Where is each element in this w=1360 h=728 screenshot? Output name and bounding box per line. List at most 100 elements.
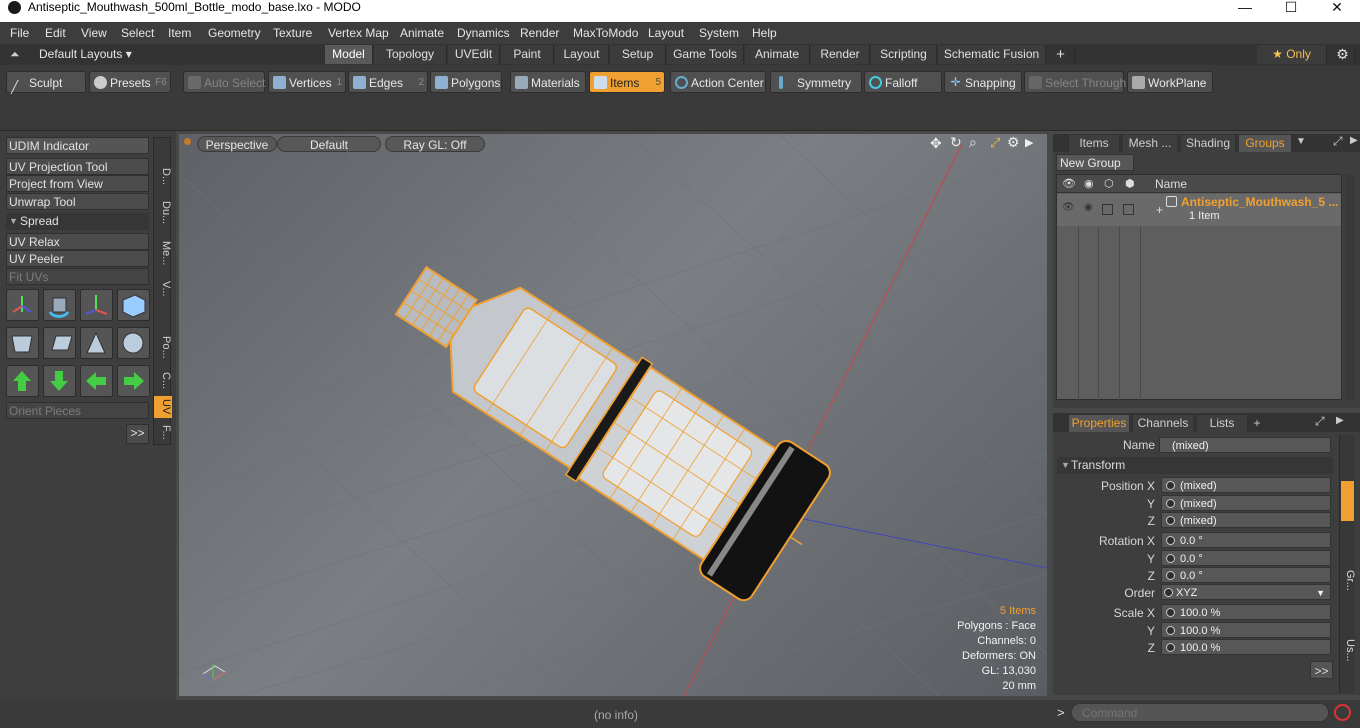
rotation-y-keyframe-icon[interactable] xyxy=(1166,554,1175,563)
position-x-keyframe-icon[interactable] xyxy=(1166,481,1175,490)
materials-button[interactable]: Materials xyxy=(510,71,586,93)
edges-button[interactable]: Edges 2 xyxy=(348,71,428,93)
add-tab-button[interactable]: + xyxy=(1047,45,1075,64)
more-properties-button[interactable]: >> xyxy=(1310,661,1333,679)
tab-render[interactable]: Render xyxy=(811,45,870,64)
rotation-y-field[interactable]: 0.0 ° xyxy=(1161,550,1331,566)
position-x-field[interactable]: (mixed) xyxy=(1161,477,1331,493)
arrow-down-icon[interactable] xyxy=(43,365,76,397)
menu-layout[interactable]: Layout xyxy=(648,26,684,40)
properties-active-side-tab[interactable] xyxy=(1341,481,1354,521)
scale-y-field[interactable]: 100.0 % xyxy=(1161,622,1331,638)
group-lock-checkbox[interactable] xyxy=(1102,204,1113,215)
expand-panel-icon[interactable]: ⤢ xyxy=(1333,134,1343,149)
order-keyframe-icon[interactable] xyxy=(1164,588,1173,597)
minimize-button[interactable]: — xyxy=(1222,0,1268,18)
menu-system[interactable]: System xyxy=(699,26,739,40)
unwrap-tool-button[interactable]: Unwrap Tool xyxy=(6,193,149,210)
arrow-left-icon[interactable] xyxy=(80,365,113,397)
uv-projection-tool-button[interactable]: UV Projection Tool xyxy=(6,158,149,175)
lock-cube-icon[interactable]: ⬡ xyxy=(1104,177,1114,190)
arrow-up-icon[interactable] xyxy=(6,365,39,397)
udim-indicator-button[interactable]: UDIM Indicator xyxy=(6,137,149,154)
fit-uvs-button[interactable]: Fit UVs xyxy=(6,268,149,285)
workplane-button[interactable]: WorkPlane xyxy=(1127,71,1213,93)
tab-properties[interactable]: Properties xyxy=(1069,415,1129,432)
scale-z-keyframe-icon[interactable] xyxy=(1166,643,1175,652)
items-button[interactable]: Items 5 xyxy=(589,71,665,93)
vtab-po[interactable]: Po... xyxy=(154,328,172,366)
rotation-z-keyframe-icon[interactable] xyxy=(1166,571,1175,580)
only-toggle[interactable]: ★ Only xyxy=(1257,45,1327,64)
menu-maxtomodo[interactable]: MaxToModo xyxy=(573,26,638,40)
tab-mesh[interactable]: Mesh ... xyxy=(1123,135,1177,152)
groups-scrollbar[interactable] xyxy=(1345,174,1355,400)
menu-texture[interactable]: Texture xyxy=(273,26,312,40)
menu-help[interactable]: Help xyxy=(752,26,777,40)
command-input[interactable] xyxy=(1071,703,1329,722)
tab-uvedit[interactable]: UVEdit xyxy=(448,45,500,64)
vtab-uv[interactable]: UV xyxy=(154,396,172,418)
uv-move-icon[interactable] xyxy=(80,289,113,321)
position-y-field[interactable]: (mixed) xyxy=(1161,495,1331,511)
menu-select[interactable]: Select xyxy=(121,26,154,40)
tab-menu-arrow-icon[interactable]: ▼ xyxy=(1296,136,1306,147)
menu-animate[interactable]: Animate xyxy=(400,26,444,40)
gear-icon[interactable]: ⚙ xyxy=(1330,45,1356,64)
tab-lists[interactable]: Lists xyxy=(1197,415,1247,432)
panel-menu-icon[interactable]: ▶ xyxy=(1350,135,1358,146)
polygons-button[interactable]: Polygons xyxy=(430,71,502,93)
presets-button[interactable]: Presets F6 xyxy=(89,71,171,93)
more-tools-button[interactable]: >> xyxy=(126,424,149,444)
3d-viewport[interactable]: Perspective Default Ray GL: Off ✥ ↻ ⌕ ⤢ … xyxy=(179,134,1047,696)
uv-sphere-icon[interactable] xyxy=(117,327,150,359)
add-properties-tab-button[interactable]: + xyxy=(1249,415,1265,432)
vtab-me[interactable]: Me... xyxy=(154,234,172,272)
auto-select-button[interactable]: Auto Select xyxy=(183,71,265,93)
scale-z-field[interactable]: 100.0 % xyxy=(1161,639,1331,655)
select-cube-icon[interactable]: ⬢ xyxy=(1125,177,1135,190)
side-tab-user[interactable]: Us... xyxy=(1340,635,1356,665)
position-z-field[interactable]: (mixed) xyxy=(1161,512,1331,528)
tab-groups[interactable]: Groups xyxy=(1239,135,1291,152)
transform-section[interactable]: ▼ Transform xyxy=(1057,457,1333,474)
group-select-checkbox[interactable] xyxy=(1123,204,1134,215)
uv-relax-button[interactable]: UV Relax xyxy=(6,233,149,250)
menu-edit[interactable]: Edit xyxy=(45,26,66,40)
group-name[interactable]: Antiseptic_Mouthwash_5 ... xyxy=(1181,195,1338,209)
scale-x-keyframe-icon[interactable] xyxy=(1166,608,1175,617)
symmetry-button[interactable]: Symmetry xyxy=(770,71,862,93)
order-dropdown[interactable]: XYZ ▼ xyxy=(1161,584,1331,600)
tab-shading[interactable]: Shading xyxy=(1181,135,1235,152)
select-through-button[interactable]: Select Through xyxy=(1024,71,1126,93)
uv-transform-icon[interactable] xyxy=(6,289,39,321)
uv-cylinder-icon[interactable] xyxy=(80,327,113,359)
position-z-keyframe-icon[interactable] xyxy=(1166,516,1175,525)
visibility-eye-icon[interactable]: 👁 xyxy=(1062,177,1076,190)
render-camera-icon[interactable]: ◉ xyxy=(1084,177,1094,190)
vtab-d[interactable]: D... xyxy=(154,162,172,192)
rotation-x-field[interactable]: 0.0 ° xyxy=(1161,532,1331,548)
scale-y-keyframe-icon[interactable] xyxy=(1166,626,1175,635)
tab-setup[interactable]: Setup xyxy=(610,45,666,64)
record-icon[interactable] xyxy=(1334,704,1351,721)
tab-game-tools[interactable]: Game Tools xyxy=(667,45,744,64)
rotation-x-keyframe-icon[interactable] xyxy=(1166,536,1175,545)
expand-plus-icon[interactable]: + xyxy=(1156,203,1163,217)
maximize-button[interactable]: ☐ xyxy=(1268,0,1314,18)
group-visibility-icon[interactable]: 👁 xyxy=(1062,202,1075,213)
uv-rotate-icon[interactable] xyxy=(43,289,76,321)
menu-render[interactable]: Render xyxy=(520,26,559,40)
menu-vertex-map[interactable]: Vertex Map xyxy=(328,26,389,40)
tab-topology[interactable]: Topology xyxy=(374,45,447,64)
vertices-button[interactable]: Vertices 1 xyxy=(268,71,346,93)
arrow-right-icon[interactable] xyxy=(117,365,150,397)
action-center-button[interactable]: Action Center xyxy=(670,71,766,93)
tab-model[interactable]: Model xyxy=(325,45,373,64)
uv-box-projection-icon[interactable] xyxy=(6,327,39,359)
name-field[interactable]: (mixed) xyxy=(1159,437,1331,453)
vtab-f[interactable]: F... xyxy=(154,420,172,444)
position-y-keyframe-icon[interactable] xyxy=(1166,499,1175,508)
rotation-z-field[interactable]: 0.0 ° xyxy=(1161,567,1331,583)
tab-scripting[interactable]: Scripting xyxy=(871,45,937,64)
